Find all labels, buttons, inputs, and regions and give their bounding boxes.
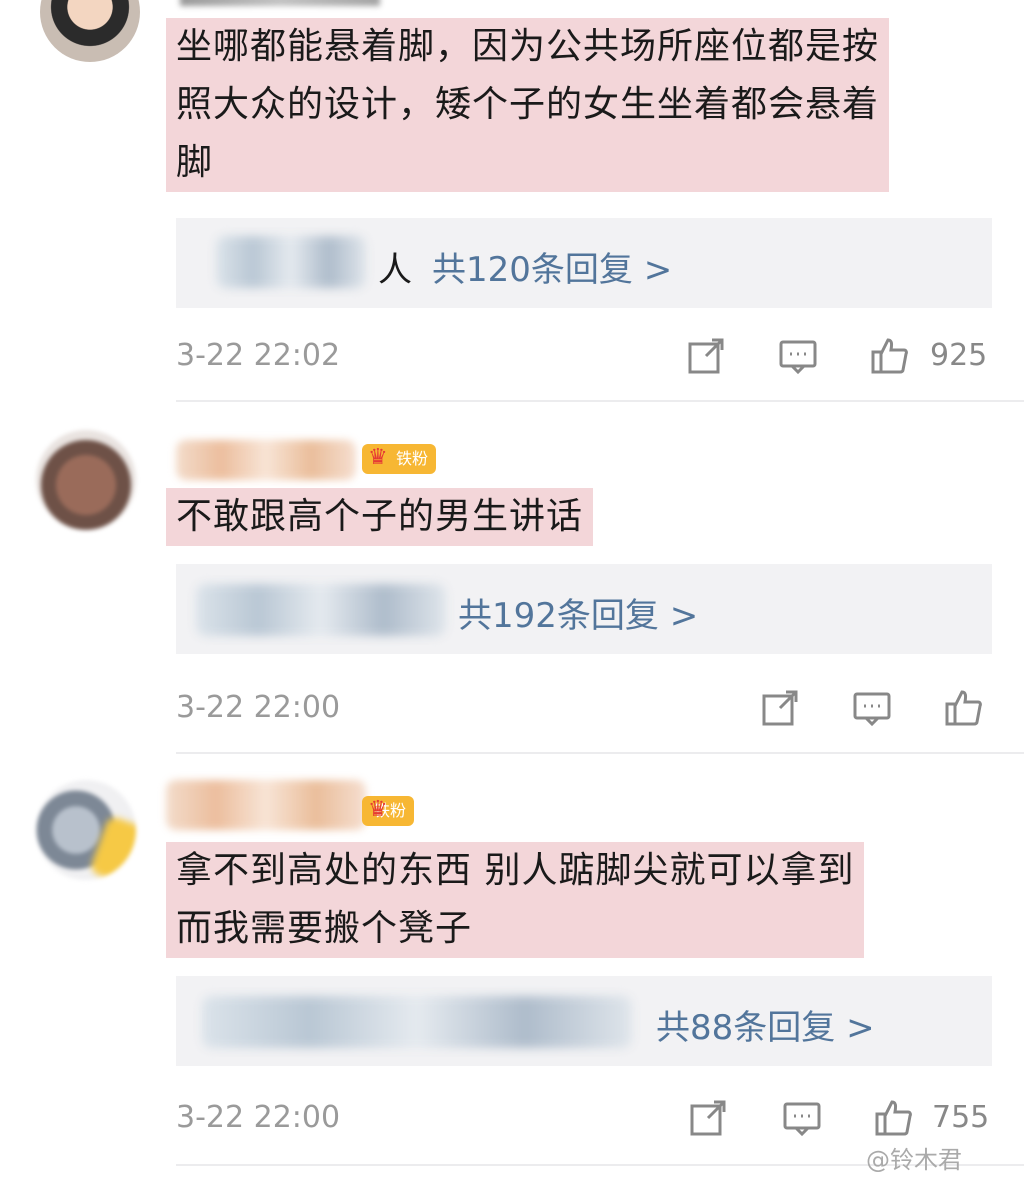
reply-users-blurred bbox=[216, 236, 366, 288]
username-blurred[interactable] bbox=[176, 440, 356, 480]
comment-footer: 3-22 22:02 925 bbox=[0, 326, 1024, 386]
replies-preview[interactable]: 共192条回复 > bbox=[176, 564, 992, 654]
comment-text: 坐哪都能悬着脚，因为公共场所座位都是按 照大众的设计，矮个子的女生坐着都会悬着 … bbox=[166, 18, 890, 192]
reply-count-link[interactable]: 共88条回复 > bbox=[656, 1008, 875, 1048]
reply-users-blurred bbox=[202, 996, 632, 1048]
timestamp: 3-22 22:00 bbox=[176, 690, 341, 725]
reply-user-suffix: 人 bbox=[378, 250, 412, 290]
comment-icon[interactable] bbox=[778, 336, 818, 376]
fan-badge[interactable]: 铁粉 bbox=[362, 795, 415, 826]
divider bbox=[176, 752, 1024, 754]
timestamp: 3-22 22:00 bbox=[176, 1100, 341, 1135]
avatar[interactable] bbox=[36, 780, 136, 880]
username-blurred bbox=[180, 0, 380, 6]
watermark: @铃木君 bbox=[866, 1146, 962, 1174]
share-icon[interactable] bbox=[760, 688, 800, 728]
reply-users-blurred bbox=[196, 584, 446, 636]
like-icon[interactable] bbox=[874, 1098, 914, 1138]
fan-badge[interactable]: 铁粉 bbox=[362, 443, 437, 474]
like-icon[interactable] bbox=[944, 688, 984, 728]
comment-footer: 3-22 22:00 755 bbox=[0, 1088, 1024, 1148]
share-icon[interactable] bbox=[688, 1098, 728, 1138]
avatar[interactable] bbox=[40, 0, 140, 62]
divider bbox=[176, 400, 1024, 402]
reply-count-link[interactable]: 共192条回复 > bbox=[458, 596, 698, 636]
reply-count-link[interactable]: 共120条回复 > bbox=[432, 250, 672, 290]
like-count: 755 bbox=[932, 1100, 990, 1135]
comment-text: 拿不到高处的东西 别人踮脚尖就可以拿到 而我需要搬个凳子 bbox=[166, 842, 865, 958]
like-count: 925 bbox=[930, 338, 988, 373]
comment-icon[interactable] bbox=[852, 688, 892, 728]
replies-preview[interactable]: 人共120条回复 > bbox=[176, 218, 992, 308]
timestamp: 3-22 22:02 bbox=[176, 338, 341, 373]
comment-text: 不敢跟高个子的男生讲话 bbox=[166, 488, 594, 546]
replies-preview[interactable]: 共88条回复 > bbox=[176, 976, 992, 1066]
share-icon[interactable] bbox=[686, 336, 726, 376]
avatar[interactable] bbox=[36, 430, 136, 530]
like-icon[interactable] bbox=[870, 336, 910, 376]
comment-icon[interactable] bbox=[782, 1098, 822, 1138]
comment-footer: 3-22 22:00 bbox=[0, 678, 1024, 738]
username-blurred[interactable] bbox=[166, 780, 366, 830]
